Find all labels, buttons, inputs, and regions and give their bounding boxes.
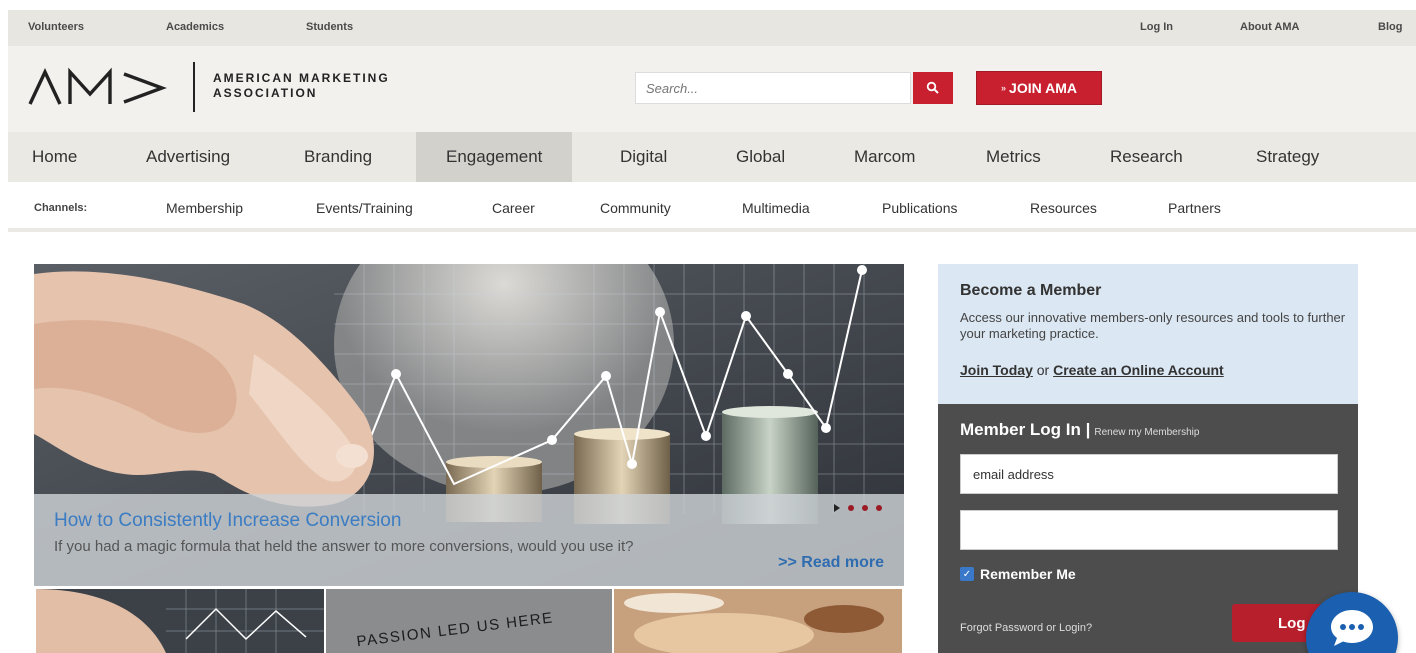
login-title-text: Member Log In | (960, 420, 1091, 439)
nav-item-research[interactable]: Research (1110, 132, 1183, 182)
thumbnail-food[interactable] (614, 589, 902, 653)
logo-wordmark[interactable]: AMERICAN MARKETING ASSOCIATION (213, 71, 390, 101)
remember-me-checkbox[interactable]: ✓ Remember Me (960, 566, 1076, 582)
create-account-link[interactable]: Create an Online Account (1053, 362, 1224, 378)
channel-career[interactable]: Career (492, 200, 535, 216)
join-ama-button[interactable]: » JOIN AMA (976, 71, 1102, 105)
ama-logo-icon[interactable] (28, 64, 168, 110)
slider-dot[interactable] (862, 505, 868, 511)
channels-bar: Channels: Membership Events/Training Car… (8, 182, 1416, 232)
channel-resources[interactable]: Resources (1030, 200, 1097, 216)
forgot-password-link[interactable]: Forgot Password or Login? (960, 622, 1092, 634)
nav-item-marcom[interactable]: Marcom (854, 132, 915, 182)
channel-partners[interactable]: Partners (1168, 200, 1221, 216)
topbar-link-login[interactable]: Log In (1140, 21, 1173, 33)
search-input[interactable] (635, 72, 911, 104)
slider-controls (834, 504, 882, 512)
channel-publications[interactable]: Publications (882, 200, 958, 216)
become-member-title: Become a Member (960, 282, 1102, 299)
slider-play-icon[interactable] (834, 504, 840, 512)
search-button[interactable] (913, 72, 953, 104)
member-links: Join Today or Create an Online Account (960, 362, 1224, 378)
email-field[interactable] (960, 454, 1338, 494)
logo-line-2: ASSOCIATION (213, 86, 318, 100)
nav-item-metrics[interactable]: Metrics (986, 132, 1041, 182)
read-more-link[interactable]: >> Read more (778, 554, 884, 572)
login-title: Member Log In | Renew my Membership (960, 420, 1199, 440)
hero-title[interactable]: How to Consistently Increase Conversion (54, 510, 401, 532)
thumbnail-strip: PASSION LED US HERE (36, 589, 902, 653)
thumbnail-passion[interactable]: PASSION LED US HERE (326, 589, 612, 653)
hero-caption: How to Consistently Increase Conversion … (34, 494, 904, 586)
nav-item-strategy[interactable]: Strategy (1256, 132, 1319, 182)
channels-label: Channels: (34, 202, 88, 214)
join-today-link[interactable]: Join Today (960, 362, 1033, 378)
nav-item-global[interactable]: Global (736, 132, 785, 182)
remember-me-label: Remember Me (980, 566, 1076, 582)
topbar-link-about[interactable]: About AMA (1240, 21, 1299, 33)
logo-line-1: AMERICAN MARKETING (213, 71, 390, 85)
site-header: AMERICAN MARKETING ASSOCIATION » JOIN AM… (8, 46, 1416, 132)
checkbox-checked-icon: ✓ (960, 567, 974, 581)
become-member-panel: Become a Member Access our innovative me… (938, 264, 1358, 404)
channel-community[interactable]: Community (600, 200, 671, 216)
logo-divider (193, 62, 195, 112)
join-label: JOIN AMA (1009, 80, 1077, 96)
topbar-link-students[interactable]: Students (306, 21, 353, 33)
topbar-link-volunteers[interactable]: Volunteers (28, 21, 84, 33)
renew-membership-link[interactable]: Renew my Membership (1094, 427, 1199, 438)
nav-item-digital[interactable]: Digital (620, 132, 667, 182)
hero-slide[interactable]: How to Consistently Increase Conversion … (34, 264, 904, 586)
main-nav: Home Advertising Branding Engagement Dig… (8, 132, 1416, 182)
channel-multimedia[interactable]: Multimedia (742, 200, 810, 216)
join-arrow-icon: » (1001, 83, 1007, 93)
utility-bar: Volunteers Academics Students Log In Abo… (8, 10, 1416, 46)
topbar-link-blog[interactable]: Blog (1378, 21, 1402, 33)
or-text: or (1036, 362, 1050, 378)
nav-item-advertising[interactable]: Advertising (146, 132, 230, 182)
topbar-link-academics[interactable]: Academics (166, 21, 224, 33)
nav-item-engagement[interactable]: Engagement (416, 132, 573, 182)
slider-dot[interactable] (876, 505, 882, 511)
channel-events-training[interactable]: Events/Training (316, 200, 413, 216)
chat-icon (1331, 610, 1373, 646)
nav-item-branding[interactable]: Branding (304, 132, 372, 182)
slider-dot[interactable] (848, 505, 854, 511)
search-icon (926, 81, 939, 94)
channel-membership[interactable]: Membership (166, 200, 243, 216)
password-field[interactable] (960, 510, 1338, 550)
member-login-panel: Member Log In |Renew my Membership ✓ Rem… (938, 404, 1358, 653)
nav-item-home[interactable]: Home (32, 132, 77, 182)
become-member-description: Access our innovative members-only resou… (960, 310, 1346, 341)
hero-description: If you had a magic formula that held the… (54, 538, 634, 555)
thumbnail-hand-chart[interactable] (36, 589, 324, 653)
